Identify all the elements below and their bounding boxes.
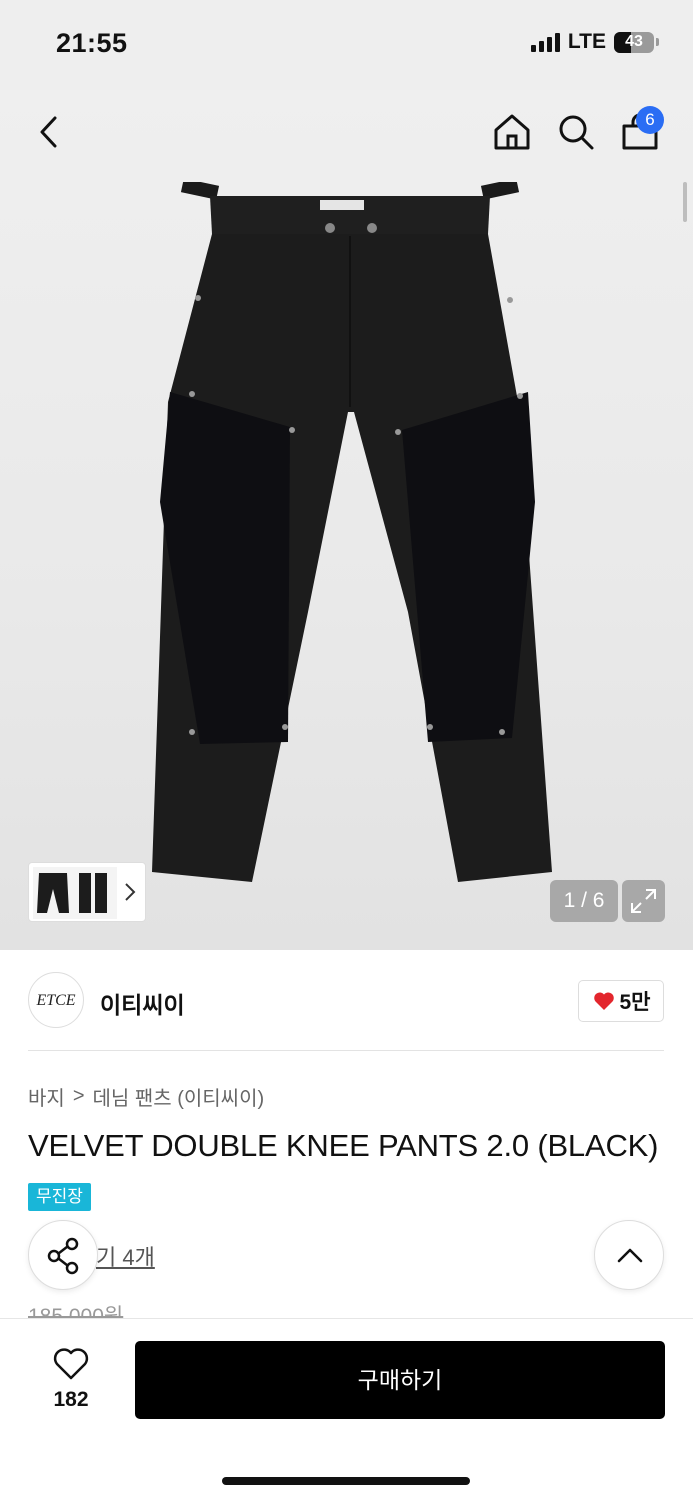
thumbnail-strip[interactable] [28, 862, 146, 922]
battery-level: 43 [625, 32, 643, 50]
product-gallery[interactable]: 6 1 / 6 [0, 90, 693, 950]
brand-name[interactable]: 이티씨이 [100, 986, 185, 1020]
breadcrumb-separator: > [72, 1085, 85, 1107]
status-time: 21:55 [56, 28, 128, 58]
home-icon[interactable] [490, 110, 534, 154]
chevron-right-icon[interactable] [123, 881, 137, 903]
brand-logo[interactable]: ETCE [28, 972, 84, 1028]
cart-count-badge: 6 [636, 106, 664, 134]
product-title: VELVET DOUBLE KNEE PANTS 2.0 (BLACK) [28, 1128, 659, 1163]
status-bar: 21:55 LTE 43 [0, 0, 693, 90]
thumbnail-image[interactable] [33, 867, 117, 919]
product-image [152, 182, 552, 882]
wishlist-count: 182 [53, 1388, 89, 1411]
buy-button[interactable]: 구매하기 [135, 1341, 665, 1419]
breadcrumb-category[interactable]: 바지 [28, 1082, 65, 1111]
bottom-action-bar: 182 구매하기 [0, 1318, 693, 1500]
home-indicator [222, 1477, 470, 1485]
share-icon[interactable] [28, 1220, 98, 1290]
breadcrumb: 바지 > 데님 팬츠 (이티씨이) [28, 1082, 264, 1111]
wishlist-button[interactable]: 182 [40, 1347, 102, 1412]
search-icon[interactable] [554, 110, 598, 154]
divider [28, 1050, 664, 1051]
brand-like-button[interactable]: 5만 [578, 980, 664, 1022]
heart-icon [593, 992, 614, 1010]
brand-like-count: 5만 [619, 991, 651, 1014]
chevron-left-icon[interactable] [28, 110, 72, 154]
heart-outline-icon [53, 1348, 89, 1380]
signal-icon [530, 32, 560, 52]
scroll-top-icon[interactable] [594, 1220, 664, 1290]
shipping-tag: 무진장 [28, 1183, 91, 1211]
scroll-indicator [683, 182, 687, 222]
network-type: LTE [567, 30, 606, 53]
expand-icon[interactable] [622, 880, 665, 922]
review-link[interactable]: 기 4개 [96, 1240, 155, 1272]
image-counter: 1 / 6 [550, 880, 618, 922]
battery-icon: 43 [614, 31, 654, 53]
breadcrumb-subcategory[interactable]: 데님 팬츠 (이티씨이) [93, 1082, 265, 1111]
status-indicators: LTE 43 [530, 30, 659, 54]
brand-row: ETCE 이티씨이 5만 [0, 950, 693, 1050]
